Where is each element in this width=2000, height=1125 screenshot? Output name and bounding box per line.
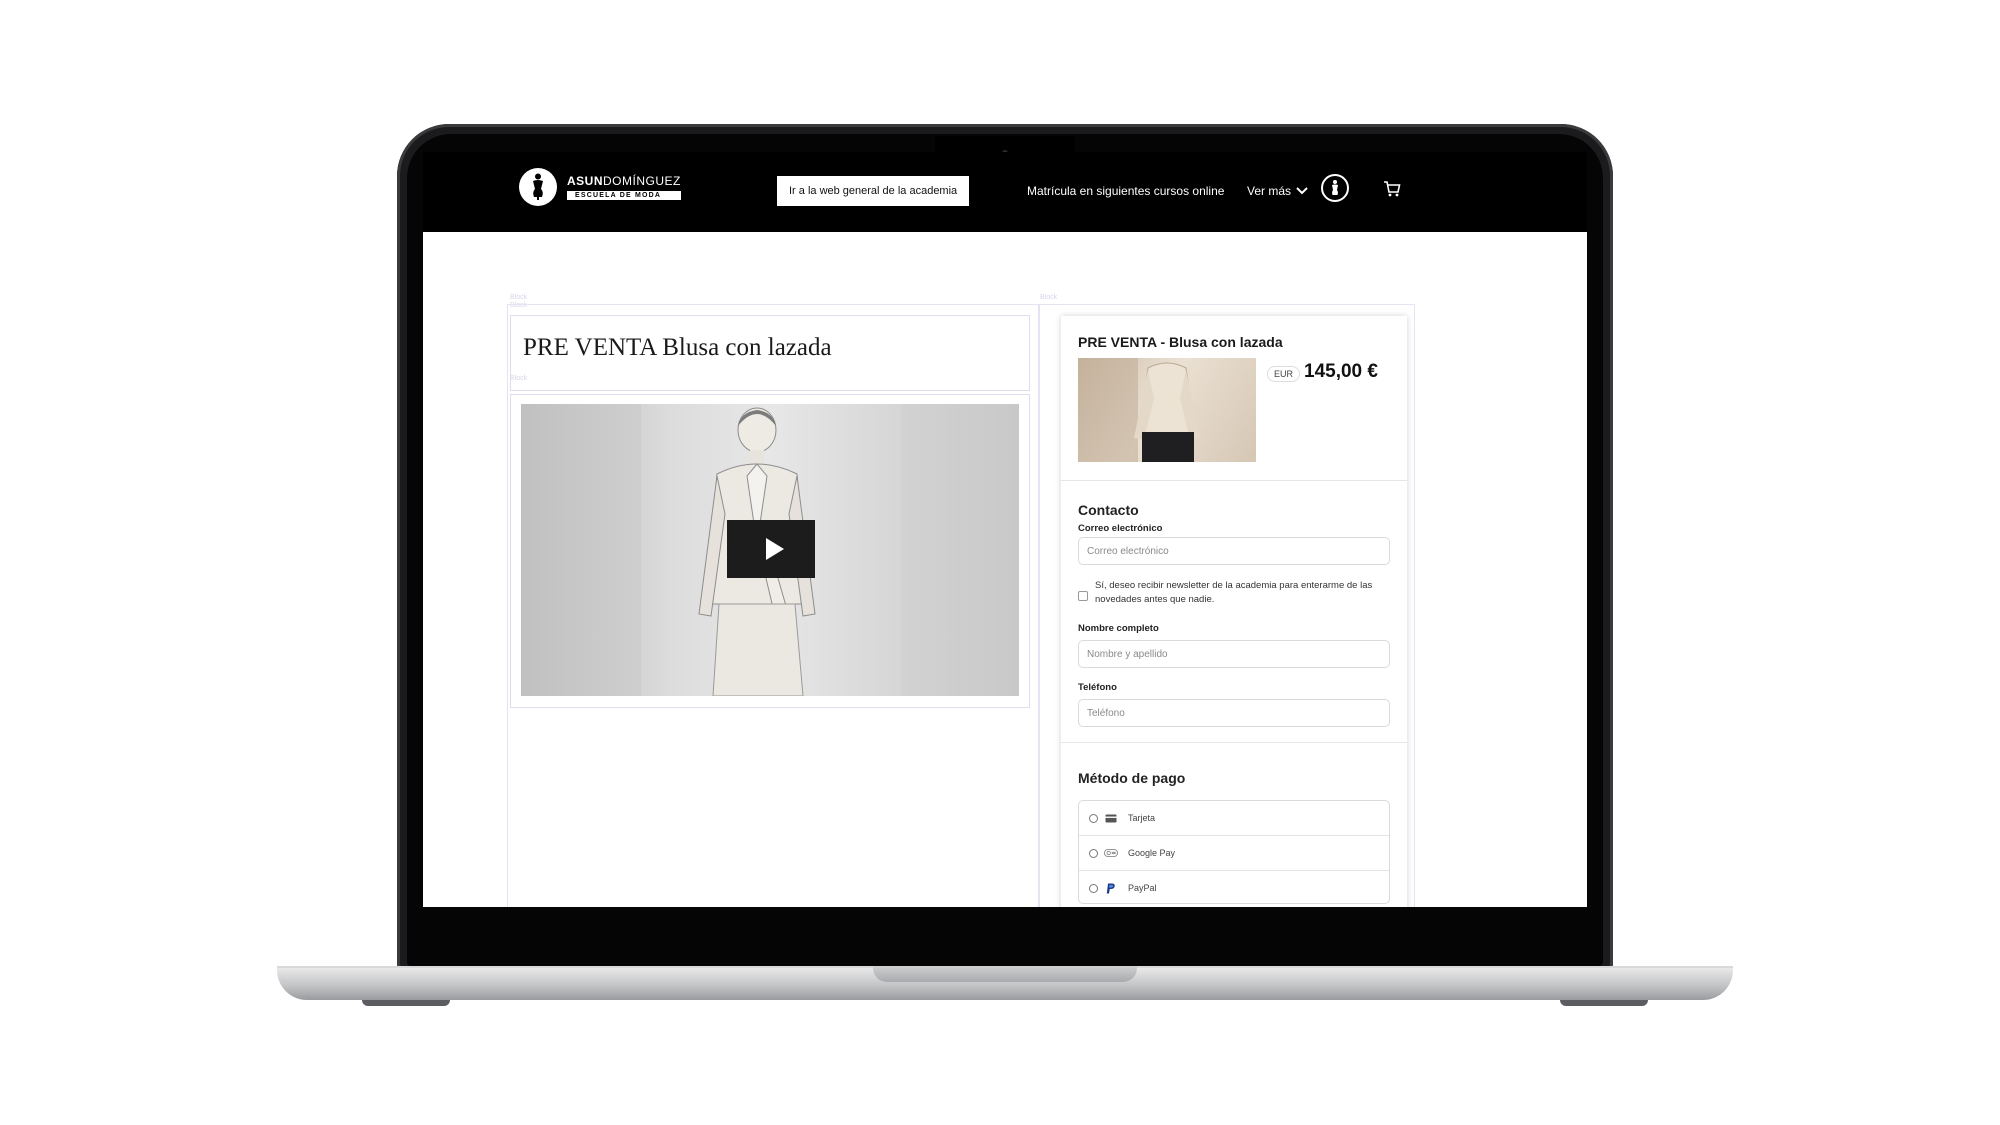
play-button[interactable]	[727, 520, 815, 578]
payment-option-card[interactable]: Tarjeta	[1079, 801, 1389, 835]
more-menu[interactable]: Ver más	[1247, 184, 1308, 198]
brand-name-bold: ASUN	[567, 174, 604, 188]
newsletter-checkbox[interactable]	[1078, 591, 1088, 601]
product-photo	[1078, 358, 1200, 462]
credit-card-icon	[1104, 813, 1118, 823]
laptop-foot-right	[1560, 1000, 1648, 1006]
email-label: Correo electrónico	[1078, 523, 1163, 534]
product-summary-title: PRE VENTA - Blusa con lazada	[1078, 334, 1283, 350]
section-divider	[1061, 742, 1407, 743]
product-price: 145,00 €	[1304, 361, 1378, 382]
brand-tagline: ESCUELA DE MODA	[567, 191, 681, 200]
mannequin-logo-icon[interactable]	[519, 168, 557, 206]
title-block: PRE VENTA Blusa con lazada	[510, 315, 1030, 391]
account-icon[interactable]	[1321, 174, 1349, 202]
payment-method-list: Tarjeta Google Pay PayPal	[1078, 800, 1390, 904]
payment-radio[interactable]	[1089, 848, 1098, 858]
name-field[interactable]	[1078, 640, 1390, 668]
newsletter-text: Sí, deseo recibir newsletter de la acade…	[1095, 580, 1373, 605]
email-field[interactable]	[1078, 537, 1390, 565]
payment-heading: Método de pago	[1078, 770, 1186, 786]
payment-option-label: Google Pay	[1128, 848, 1176, 858]
brand-name-light: DOMÍNGUEZ	[603, 174, 681, 188]
video-block	[510, 394, 1030, 708]
product-image	[1078, 358, 1256, 462]
block-marker: Block	[510, 294, 528, 301]
phone-field[interactable]	[1078, 699, 1390, 727]
more-menu-label: Ver más	[1247, 184, 1292, 198]
contact-heading: Contacto	[1078, 502, 1139, 518]
paypal-icon	[1104, 883, 1118, 893]
payment-radio[interactable]	[1089, 813, 1098, 823]
browser-screen: ASUNDOMÍNGUEZ ESCUELA DE MODA Ir a la we…	[423, 152, 1587, 907]
payment-radio[interactable]	[1089, 883, 1098, 893]
block-marker: Block	[1040, 294, 1058, 301]
payment-option-label: Tarjeta	[1128, 813, 1156, 823]
payment-option-paypal[interactable]: PayPal	[1079, 871, 1389, 905]
section-divider	[1061, 480, 1407, 481]
general-site-button[interactable]: Ir a la web general de la academia	[777, 176, 970, 206]
google-pay-icon	[1104, 848, 1118, 858]
brand-logo[interactable]: ASUNDOMÍNGUEZ ESCUELA DE MODA	[567, 174, 681, 200]
page-title: PRE VENTA Blusa con lazada	[523, 334, 832, 361]
payment-option-google-pay[interactable]: Google Pay	[1079, 836, 1389, 870]
currency-badge: EUR	[1267, 366, 1301, 382]
site-header: ASUNDOMÍNGUEZ ESCUELA DE MODA Ir a la we…	[423, 152, 1587, 232]
cart-icon[interactable]	[1383, 180, 1401, 198]
laptop-opening-lip	[873, 966, 1137, 982]
name-label: Nombre completo	[1078, 623, 1159, 634]
checkout-panel: PRE VENTA - Blusa con lazada EUR 145,00 …	[1061, 316, 1407, 907]
chevron-down-icon	[1296, 187, 1308, 195]
payment-option-label: PayPal	[1128, 883, 1157, 893]
phone-label: Teléfono	[1078, 682, 1117, 693]
laptop-foot-left	[362, 1000, 450, 1006]
video-player[interactable]	[521, 404, 1019, 696]
play-icon	[766, 538, 784, 560]
courses-link[interactable]: Matrícula en siguientes cursos online	[1027, 184, 1224, 198]
